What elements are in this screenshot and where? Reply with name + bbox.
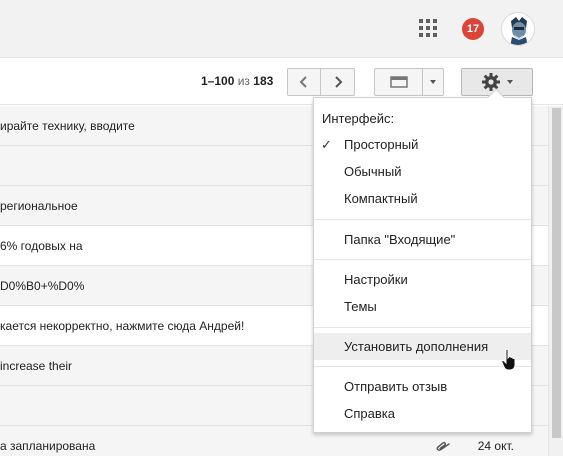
menu-item-label: Отправить отзыв <box>344 379 448 394</box>
pagination-info: 1–100 из 183 <box>201 74 273 88</box>
menu-divider <box>314 366 531 367</box>
list-scrollbar[interactable] <box>548 106 563 456</box>
menu-item-comfortable[interactable]: ✓ Просторный <box>314 131 531 158</box>
chevron-down-icon <box>507 80 513 84</box>
message-snippet: региональное <box>0 199 78 213</box>
chevron-down-icon <box>430 80 436 84</box>
avatar-image <box>502 13 534 45</box>
split-pane-toggle <box>374 68 444 96</box>
menu-item-label: Просторный <box>344 137 419 152</box>
hand-cursor-icon <box>501 348 516 371</box>
menu-item-compact[interactable]: Компактный <box>314 185 531 212</box>
menu-divider <box>314 219 531 220</box>
menu-item-cozy[interactable]: Обычный <box>314 158 531 185</box>
message-snippet: кается некорректно, нажмите сюда Андрей! <box>0 319 245 333</box>
display-density-icon <box>389 76 408 88</box>
menu-item-label: Темы <box>344 299 377 314</box>
check-icon: ✓ <box>321 137 332 152</box>
message-snippet: increase their <box>0 359 73 373</box>
chevron-left-icon <box>299 76 307 88</box>
menu-item-get-addons[interactable]: Установить дополнения <box>314 333 531 360</box>
menu-item-send-feedback[interactable]: Отправить отзыв <box>314 373 531 400</box>
pagination-nav <box>287 68 355 96</box>
menu-item-themes[interactable]: Темы <box>314 293 531 320</box>
split-pane-button[interactable] <box>374 68 423 96</box>
older-button[interactable] <box>321 68 355 96</box>
menu-item-label: Обычный <box>344 164 402 179</box>
menu-item-inbox-type[interactable]: Папка "Входящие" <box>314 226 531 253</box>
menu-item-label: Папка "Входящие" <box>344 232 456 247</box>
message-snippet: D0%B0+%D0% <box>0 279 85 293</box>
message-snippet: ирайте технику, вводите <box>0 119 135 133</box>
split-pane-dropdown[interactable] <box>423 68 444 96</box>
chevron-right-icon <box>334 76 342 88</box>
top-bar: 17 <box>0 0 563 58</box>
pagination-range: 1–100 <box>201 74 235 88</box>
avatar[interactable] <box>501 12 535 46</box>
settings-menu: Интерфейс: ✓ Просторный Обычный Компактн… <box>313 88 532 433</box>
message-snippet: 6% годовых на <box>0 239 83 253</box>
menu-item-label: Компактный <box>344 191 418 206</box>
menu-divider <box>314 259 531 260</box>
pagination-of: из <box>237 74 250 88</box>
scrollbar-thumb[interactable] <box>552 108 561 438</box>
menu-item-help[interactable]: Справка <box>314 400 531 427</box>
pagination-total: 183 <box>253 74 274 88</box>
menu-item-label: Установить дополнения <box>344 339 489 354</box>
menu-item-settings[interactable]: Настройки <box>314 266 531 293</box>
density-heading: Интерфейс: <box>322 111 395 126</box>
message-snippet: а запланирована <box>0 439 96 453</box>
menu-item-label: Справка <box>344 406 395 421</box>
newer-button[interactable] <box>287 68 321 96</box>
menu-divider <box>314 327 531 328</box>
notification-badge[interactable]: 17 <box>462 18 484 40</box>
menu-item-label: Настройки <box>344 272 408 287</box>
apps-grid-icon[interactable] <box>419 19 437 37</box>
gear-icon <box>482 73 500 91</box>
attachment-icon <box>436 441 450 451</box>
